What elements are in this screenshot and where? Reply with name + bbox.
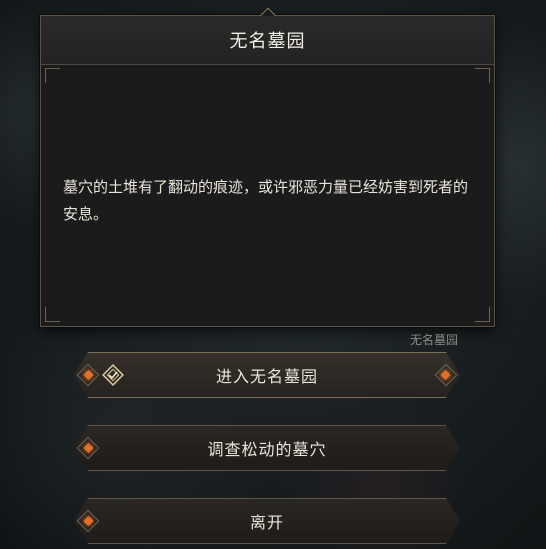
option-label: 离开 [249, 513, 284, 532]
corner-ornament [475, 68, 490, 83]
option-enter-graveyard[interactable]: 进入无名墓园 [74, 352, 460, 398]
corner-ornament [45, 307, 60, 322]
location-label: 无名墓园 [410, 333, 459, 347]
dialog-header: 无名墓园 [41, 16, 494, 65]
option-label: 调查松动的墓穴 [207, 440, 327, 459]
dialog-description: 墓穴的土堆有了翻动的痕迹，或许邪恶力量已经妨害到死者的安息。 [63, 178, 469, 223]
option-label: 进入无名墓园 [215, 367, 318, 386]
corner-ornament [475, 307, 490, 322]
event-dialog: 无名墓园 墓穴的土堆有了翻动的痕迹，或许邪恶力量已经妨害到死者的安息。 [40, 7, 495, 327]
option-investigate-grave[interactable]: 调查松动的墓穴 [74, 425, 460, 471]
option-frame-icon [435, 364, 458, 387]
corner-ornament [45, 68, 60, 83]
dialog-title: 无名墓园 [229, 31, 306, 52]
selection-icon [102, 364, 124, 386]
option-leave[interactable]: 离开 [74, 498, 460, 544]
